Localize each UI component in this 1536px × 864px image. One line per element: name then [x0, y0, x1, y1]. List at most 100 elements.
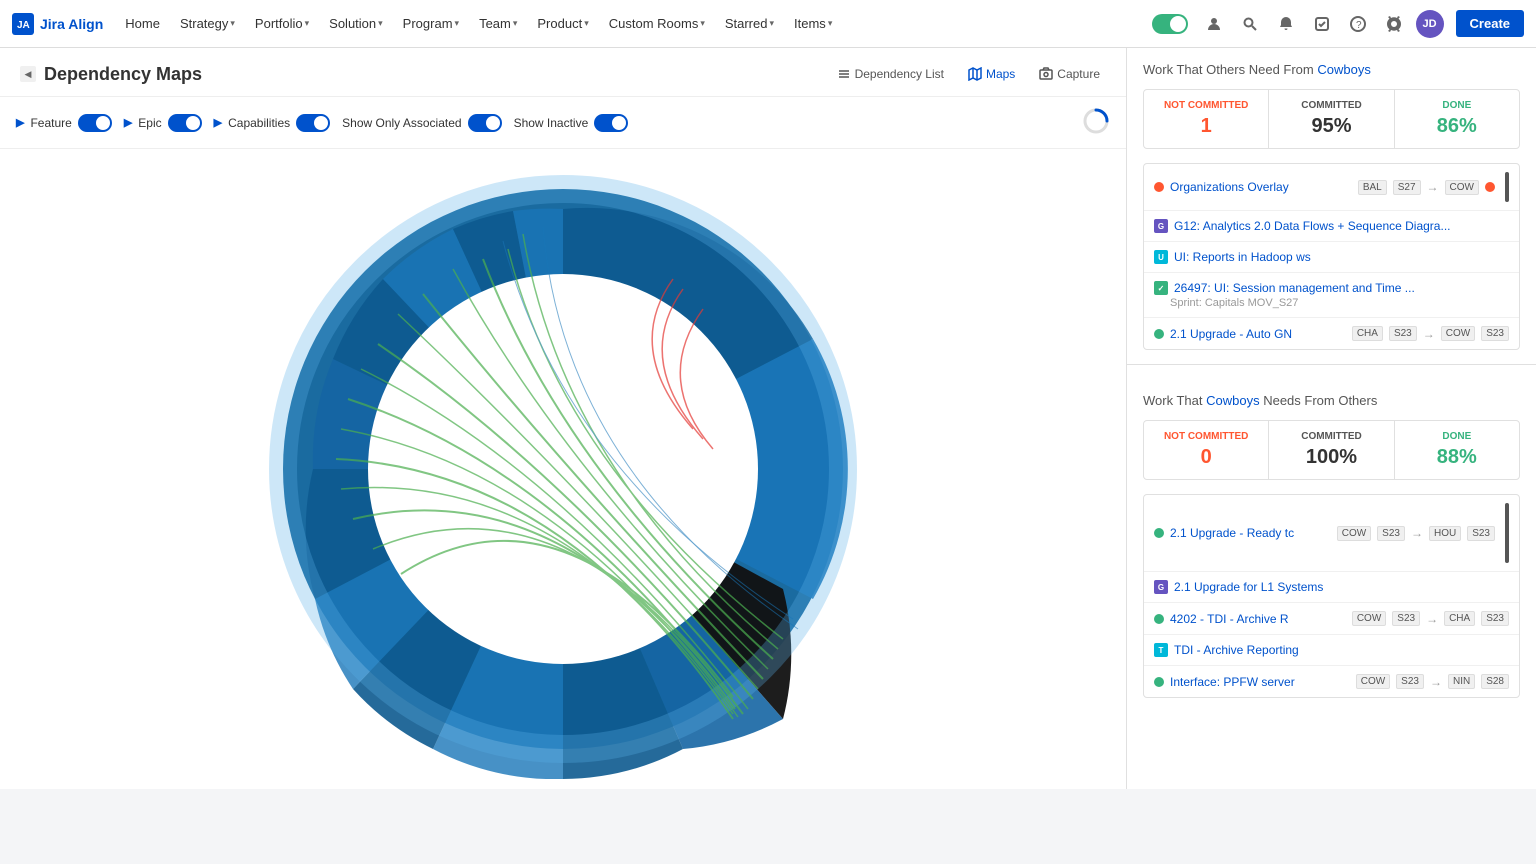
right-panel: Work That Others Need From Cowboys NOT C…: [1126, 48, 1536, 789]
list-item: Interface: PPFW server COW S23 → NIN S28: [1144, 666, 1519, 697]
logo-icon: JA: [12, 13, 34, 35]
list-item: G G12: Analytics 2.0 Data Flows + Sequen…: [1144, 211, 1519, 242]
left-panel: ◀ Dependency Maps Dependency List Maps C…: [0, 48, 1126, 789]
avatar[interactable]: JD: [1416, 10, 1444, 38]
dep-item-title[interactable]: Interface: PPFW server: [1170, 675, 1350, 689]
section2-stats: NOT COMMITTED 0 COMMITTED 100% DONE 88%: [1143, 420, 1520, 480]
dep-item-title[interactable]: 26497: UI: Session management and Time .…: [1174, 281, 1509, 295]
nav-items[interactable]: Items ▾: [786, 12, 840, 35]
dep-item-title[interactable]: 2.1 Upgrade for L1 Systems: [1174, 580, 1509, 594]
section1-dep-list: Organizations Overlay BAL S27 → COW G G1…: [1143, 163, 1520, 350]
user-icon[interactable]: [1200, 10, 1228, 38]
to-badge: NIN: [1448, 674, 1475, 689]
dep-item-title[interactable]: 4202 - TDI - Archive R: [1170, 612, 1346, 626]
dep-item-title[interactable]: 2.1 Upgrade - Auto GN: [1170, 327, 1346, 341]
capabilities-toggle[interactable]: [296, 114, 330, 132]
list-item: U UI: Reports in Hadoop ws: [1144, 242, 1519, 273]
dep-item-title[interactable]: Organizations Overlay: [1170, 180, 1352, 194]
from-badge: COW: [1337, 526, 1371, 541]
from-badge: COW: [1356, 674, 1390, 689]
section1-team-link[interactable]: Cowboys: [1317, 62, 1370, 77]
stat-committed-2: COMMITTED 100%: [1269, 421, 1394, 479]
nav-custom-rooms[interactable]: Custom Rooms ▾: [601, 12, 713, 35]
from-sprint: S23: [1392, 611, 1420, 626]
panel-section-1: Work That Others Need From Cowboys NOT C…: [1127, 48, 1536, 350]
filter-capabilities: ▶ Capabilities: [214, 114, 331, 132]
icon-small-green: ✓: [1154, 281, 1168, 295]
stat-not-committed-1: NOT COMMITTED 1: [1144, 90, 1269, 148]
icon-small-purple: G: [1154, 219, 1168, 233]
from-badge: COW: [1352, 611, 1386, 626]
nav-solution[interactable]: Solution ▾: [321, 12, 391, 35]
page-header-actions: Dependency List Maps Capture: [827, 62, 1110, 86]
show-associated-toggle[interactable]: [468, 114, 502, 132]
to-sprint: S23: [1481, 326, 1509, 341]
settings-icon[interactable]: [1380, 10, 1408, 38]
nav-portfolio[interactable]: Portfolio ▾: [247, 12, 317, 35]
bell-icon[interactable]: [1272, 10, 1300, 38]
status-dot-green: [1154, 528, 1164, 538]
list-icon: [837, 67, 851, 81]
list-item: 2.1 Upgrade - Ready tc COW S23 → HOU S23: [1144, 495, 1519, 572]
section2-title: Work That Cowboys Needs From Others: [1143, 393, 1520, 408]
app-logo[interactable]: JA Jira Align: [12, 13, 103, 35]
list-item: ✓ 26497: UI: Session management and Time…: [1144, 273, 1519, 318]
to-badge: HOU: [1429, 526, 1461, 541]
nav-starred[interactable]: Starred ▾: [717, 12, 782, 35]
nav-program[interactable]: Program ▾: [395, 12, 467, 35]
filter-bar: ▶ Feature ▶ Epic ▶ Capabilities Show Onl…: [0, 97, 1126, 149]
chord-diagram[interactable]: Asset Services EMEA Mobile Web AI Charge…: [253, 159, 873, 779]
top-nav: JA Jira Align Home Strategy ▾ Portfolio …: [0, 0, 1536, 48]
dep-item-title[interactable]: 2.1 Upgrade - Ready tc: [1170, 526, 1331, 540]
capture-button[interactable]: Capture: [1029, 62, 1110, 86]
create-button[interactable]: Create: [1456, 10, 1524, 37]
stat-done-2: DONE 88%: [1395, 421, 1519, 479]
stat-done-1: DONE 86%: [1395, 90, 1519, 148]
chevron-down-icon: ▾: [513, 18, 518, 29]
list-item: T TDI - Archive Reporting: [1144, 635, 1519, 666]
chevron-down-icon: ▾: [700, 18, 705, 29]
filter-show-associated: Show Only Associated: [342, 114, 501, 132]
nav-home[interactable]: Home: [117, 12, 168, 35]
icon-small-purple: G: [1154, 580, 1168, 594]
nav-product[interactable]: Product ▾: [529, 12, 596, 35]
capture-icon: [1039, 67, 1053, 81]
section2-team-link[interactable]: Cowboys: [1206, 393, 1259, 408]
arrow-icon: →: [1426, 612, 1438, 626]
from-badge: CHA: [1352, 326, 1383, 341]
main-area: ◀ Dependency Maps Dependency List Maps C…: [0, 48, 1536, 789]
chord-diagram-container[interactable]: Asset Services EMEA Mobile Web AI Charge…: [0, 149, 1126, 789]
maps-button[interactable]: Maps: [958, 62, 1025, 86]
status-dot-green: [1154, 614, 1164, 624]
svg-text:?: ?: [1356, 20, 1362, 31]
page-title: Dependency Maps: [44, 64, 202, 85]
loading-spinner: [1082, 107, 1110, 138]
dep-item-title[interactable]: G12: Analytics 2.0 Data Flows + Sequence…: [1174, 219, 1509, 233]
sidebar-collapse-button[interactable]: ◀: [20, 66, 36, 82]
filter-show-inactive: Show Inactive: [514, 114, 629, 132]
chevron-down-icon: ▾: [584, 18, 589, 29]
nav-strategy[interactable]: Strategy ▾: [172, 12, 243, 35]
filter-feature: ▶ Feature: [16, 114, 112, 132]
to-sprint: S28: [1481, 674, 1509, 689]
dep-item-title[interactable]: UI: Reports in Hadoop ws: [1174, 250, 1509, 264]
question-icon[interactable]: ?: [1344, 10, 1372, 38]
dep-item-title[interactable]: TDI - Archive Reporting: [1174, 643, 1509, 657]
dependency-list-button[interactable]: Dependency List: [827, 62, 954, 86]
feature-toggle[interactable]: [78, 114, 112, 132]
epic-toggle[interactable]: [168, 114, 202, 132]
stat-committed-1: COMMITTED 95%: [1269, 90, 1394, 148]
chevron-down-icon: ▾: [305, 18, 310, 29]
checkbox-icon[interactable]: [1308, 10, 1336, 38]
from-sprint: S27: [1393, 180, 1421, 195]
from-sprint: S23: [1377, 526, 1405, 541]
nav-icon-group: ? JD: [1200, 10, 1444, 38]
search-icon[interactable]: [1236, 10, 1264, 38]
nav-toggle[interactable]: [1152, 14, 1188, 34]
list-item: 2.1 Upgrade - Auto GN CHA S23 → COW S23: [1144, 318, 1519, 349]
nav-team[interactable]: Team ▾: [471, 12, 525, 35]
section1-stats: NOT COMMITTED 1 COMMITTED 95% DONE 86%: [1143, 89, 1520, 149]
show-inactive-toggle[interactable]: [594, 114, 628, 132]
app-name: Jira Align: [40, 16, 103, 32]
filter-arrow-icon: ▶: [16, 116, 24, 129]
